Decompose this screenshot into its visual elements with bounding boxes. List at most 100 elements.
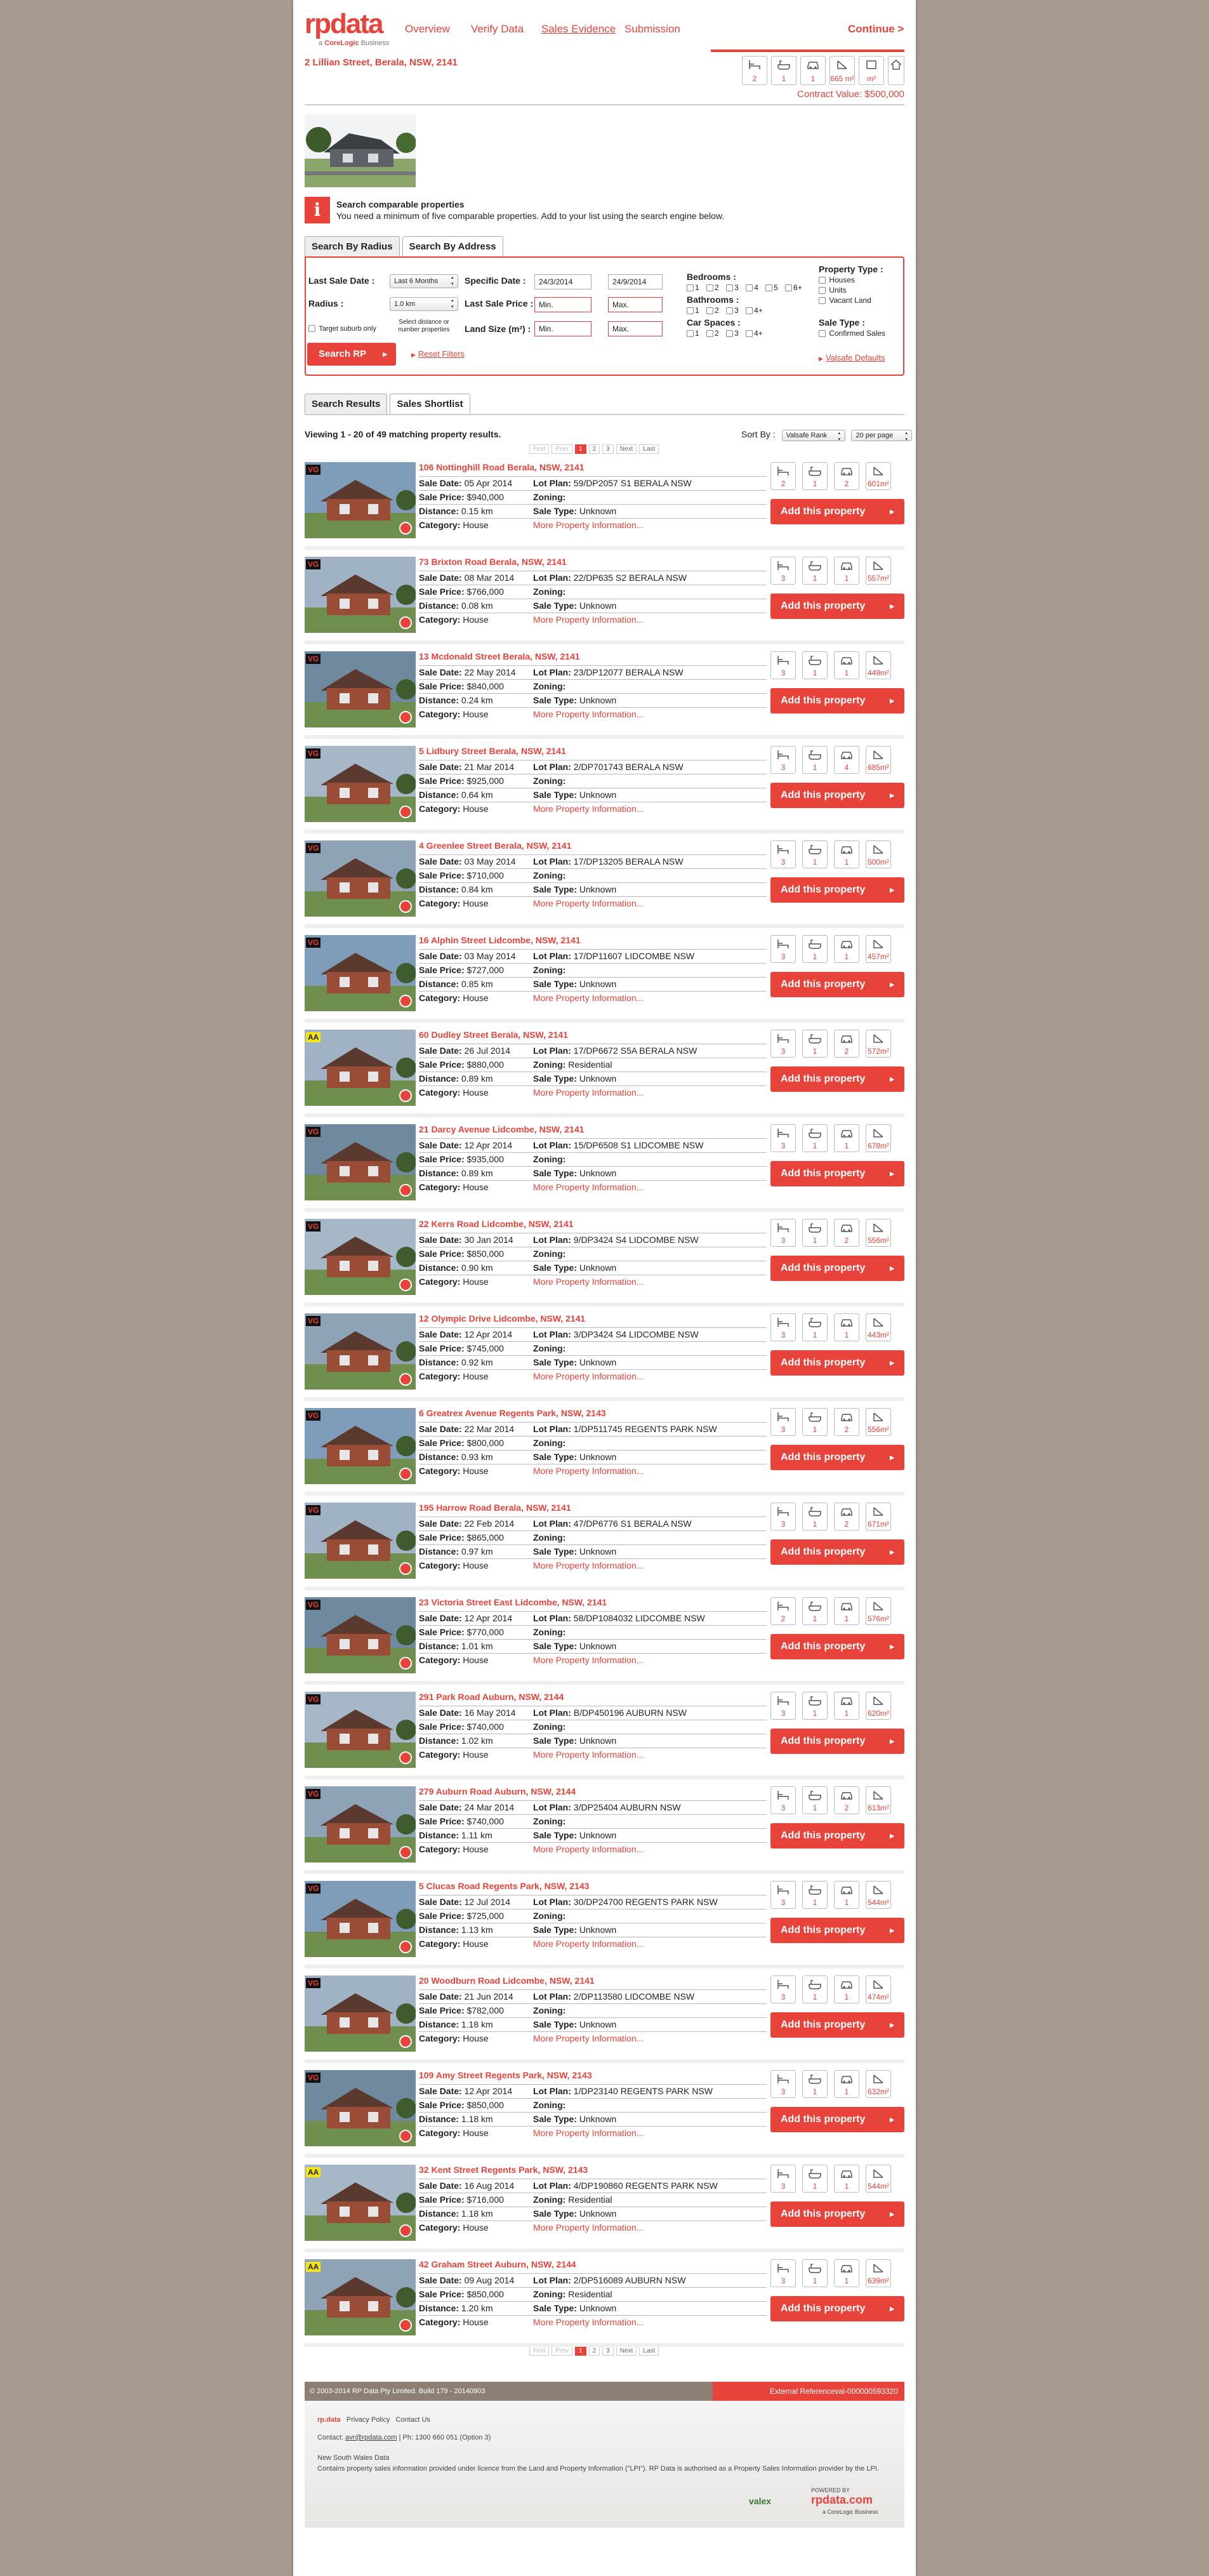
map-pin-icon[interactable] [399, 995, 412, 1007]
tab-search-by-radius[interactable]: Search By Radius [305, 236, 400, 256]
pager-prev[interactable]: Prev [552, 2346, 573, 2356]
property-photo[interactable]: AA [305, 1030, 416, 1106]
date-from-input[interactable]: 24/3/2014 [534, 274, 591, 289]
add-property-button[interactable]: Add this property [770, 1066, 904, 1092]
tab-sales-shortlist[interactable]: Sales Shortlist [390, 394, 470, 414]
result-address-link[interactable]: 16 Alphin Street Lidcombe, NSW, 2141 [419, 935, 581, 945]
result-address-link[interactable]: 4 Greenlee Street Berala, NSW, 2141 [419, 840, 571, 851]
pager-last[interactable]: Last [639, 444, 659, 454]
target-suburb-checkbox[interactable]: Target suburb only [308, 324, 376, 333]
more-info-link[interactable]: More Property Information... [533, 1275, 644, 1289]
land-max-input[interactable]: Max. [608, 321, 663, 336]
more-info-link[interactable]: More Property Information... [533, 2221, 644, 2234]
pager-page-2[interactable]: 2 [588, 444, 600, 454]
result-address-link[interactable]: 6 Greatrex Avenue Regents Park, NSW, 214… [419, 1408, 606, 1418]
result-address-link[interactable]: 291 Park Road Auburn, NSW, 2144 [419, 1692, 564, 1702]
property-photo[interactable]: VG [305, 840, 416, 917]
map-pin-icon[interactable] [399, 1941, 412, 1953]
map-pin-icon[interactable] [399, 1846, 412, 1859]
nav-overview[interactable]: Overview [405, 23, 450, 36]
price-max-input[interactable]: Max. [608, 297, 663, 312]
pager-page-2[interactable]: 2 [588, 2346, 600, 2356]
map-pin-icon[interactable] [399, 2224, 412, 2237]
property-photo[interactable]: VG [305, 651, 416, 727]
more-info-link[interactable]: More Property Information... [533, 1464, 644, 1478]
property-photo[interactable]: VG [305, 1408, 416, 1484]
property-photo[interactable]: VG [305, 2070, 416, 2146]
map-pin-icon[interactable] [399, 1751, 412, 1764]
radius-select[interactable]: 1.0 km [390, 297, 458, 311]
pager-next[interactable]: Next [616, 2346, 637, 2356]
add-property-button[interactable]: Add this property [770, 1634, 904, 1659]
bedroom-options[interactable]: 1 2 3 4 5 6+ [687, 283, 807, 292]
tab-search-results[interactable]: Search Results [305, 394, 388, 414]
bathroom-options[interactable]: 1 2 3 4+ [687, 306, 768, 315]
result-address-link[interactable]: 195 Harrow Road Berala, NSW, 2141 [419, 1503, 571, 1513]
nav-sales-evidence[interactable]: Sales Evidence [541, 23, 616, 36]
result-address-link[interactable]: 109 Amy Street Regents Park, NSW, 2143 [419, 2070, 592, 2080]
add-property-button[interactable]: Add this property [770, 2201, 904, 2227]
type-vacant-land-checkbox[interactable]: Vacant Land [819, 296, 871, 305]
map-pin-icon[interactable] [399, 1184, 412, 1197]
property-photo[interactable]: VG [305, 1786, 416, 1862]
map-pin-icon[interactable] [399, 1373, 412, 1386]
property-photo[interactable]: VG [305, 935, 416, 1011]
more-info-link[interactable]: More Property Information... [533, 1370, 644, 1383]
property-photo[interactable]: VG [305, 1124, 416, 1200]
map-pin-icon[interactable] [399, 1468, 412, 1480]
map-pin-icon[interactable] [399, 1278, 412, 1291]
nav-submission[interactable]: Submission [624, 23, 680, 36]
continue-button[interactable]: Continue > [848, 23, 904, 36]
add-property-button[interactable]: Add this property [770, 877, 904, 903]
pager-page-3[interactable]: 3 [602, 444, 614, 454]
add-property-button[interactable]: Add this property [770, 1256, 904, 1281]
result-address-link[interactable]: 32 Kent Street Regents Park, NSW, 2143 [419, 2165, 588, 2175]
type-units-checkbox[interactable]: Units [819, 286, 847, 295]
add-property-button[interactable]: Add this property [770, 1445, 904, 1470]
contact-us-link[interactable]: Contact Us [396, 2416, 430, 2424]
add-property-button[interactable]: Add this property [770, 1539, 904, 1565]
map-pin-icon[interactable] [399, 806, 412, 818]
more-info-link[interactable]: More Property Information... [533, 1086, 644, 1099]
map-pin-icon[interactable] [399, 522, 412, 534]
more-info-link[interactable]: More Property Information... [533, 1559, 644, 1572]
contact-email-link[interactable]: avr@rpdata.com [345, 2434, 397, 2441]
result-address-link[interactable]: 42 Graham Street Auburn, NSW, 2144 [419, 2259, 576, 2269]
more-info-link[interactable]: More Property Information... [533, 613, 644, 627]
search-rp-button[interactable]: Search RP [307, 343, 396, 366]
last-sale-date-select[interactable]: Last 6 Months [390, 274, 458, 288]
map-pin-icon[interactable] [399, 900, 412, 913]
result-address-link[interactable]: 23 Victoria Street East Lidcombe, NSW, 2… [419, 1597, 607, 1607]
property-photo[interactable]: AA [305, 2259, 416, 2335]
add-property-button[interactable]: Add this property [770, 1918, 904, 1943]
more-info-link[interactable]: More Property Information... [533, 519, 644, 532]
pager-first[interactable]: First [529, 444, 550, 454]
land-min-input[interactable]: Min. [534, 321, 591, 336]
more-info-link[interactable]: More Property Information... [533, 1937, 644, 1951]
more-info-link[interactable]: More Property Information... [533, 708, 644, 721]
add-property-button[interactable]: Add this property [770, 1350, 904, 1376]
map-pin-icon[interactable] [399, 616, 412, 629]
car-space-options[interactable]: 1 2 3 4+ [687, 329, 768, 338]
pager-page-1[interactable]: 1 [575, 2346, 586, 2356]
result-address-link[interactable]: 73 Brixton Road Berala, NSW, 2141 [419, 557, 567, 567]
result-address-link[interactable]: 13 Mcdonald Street Berala, NSW, 2141 [419, 651, 580, 661]
property-photo[interactable]: VG [305, 1975, 416, 2052]
more-info-link[interactable]: More Property Information... [533, 1181, 644, 1194]
add-property-button[interactable]: Add this property [770, 594, 904, 619]
add-property-button[interactable]: Add this property [770, 783, 904, 808]
result-address-link[interactable]: 279 Auburn Road Auburn, NSW, 2144 [419, 1786, 576, 1796]
more-info-link[interactable]: More Property Information... [533, 1843, 644, 1856]
pager-page-1[interactable]: 1 [575, 444, 586, 454]
result-address-link[interactable]: 5 Lidbury Street Berala, NSW, 2141 [419, 746, 566, 756]
pager-prev[interactable]: Prev [552, 444, 573, 454]
property-photo[interactable]: AA [305, 2165, 416, 2241]
result-address-link[interactable]: 21 Darcy Avenue Lidcombe, NSW, 2141 [419, 1124, 584, 1134]
property-photo[interactable]: VG [305, 1597, 416, 1673]
result-address-link[interactable]: 106 Nottinghill Road Berala, NSW, 2141 [419, 462, 585, 472]
more-info-link[interactable]: More Property Information... [533, 802, 644, 816]
add-property-button[interactable]: Add this property [770, 499, 904, 524]
more-info-link[interactable]: More Property Information... [533, 2127, 644, 2140]
add-property-button[interactable]: Add this property [770, 1161, 904, 1186]
price-min-input[interactable]: Min. [534, 297, 591, 312]
